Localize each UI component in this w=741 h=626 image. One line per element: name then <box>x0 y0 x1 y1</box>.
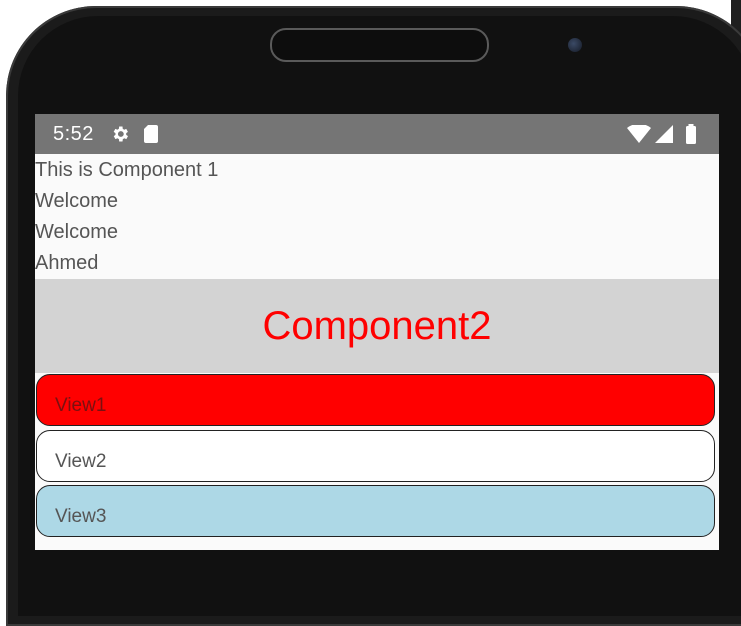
battery-icon <box>686 124 696 144</box>
component1-line: Welcome <box>35 221 118 243</box>
component1-line: Welcome <box>35 190 118 212</box>
component2: Component2 <box>35 279 719 373</box>
view2-box[interactable]: View2 <box>36 430 715 482</box>
view1-box[interactable]: View1 <box>36 374 715 426</box>
app-screen: 5:52 This is Component 1 Welcome Welcome… <box>35 114 719 550</box>
wifi-icon <box>627 125 651 143</box>
component1: This is Component 1 Welcome Welcome Ahme… <box>35 154 719 279</box>
gear-icon <box>113 126 128 142</box>
view3-box[interactable]: View3 <box>36 485 715 537</box>
front-camera <box>568 38 582 52</box>
status-right-icons <box>627 124 697 144</box>
view1-label: View1 <box>55 395 107 416</box>
component1-line: Ahmed <box>35 252 99 274</box>
view2-label: View2 <box>55 451 107 472</box>
signal-icon <box>655 125 673 143</box>
status-bar: 5:52 <box>35 114 719 154</box>
speaker-grille <box>270 28 489 62</box>
sd-card-icon <box>143 125 158 143</box>
component1-line: This is Component 1 <box>35 159 219 181</box>
status-time: 5:52 <box>53 122 94 145</box>
view3-label: View3 <box>55 506 107 527</box>
component2-title: Component2 <box>262 303 492 348</box>
